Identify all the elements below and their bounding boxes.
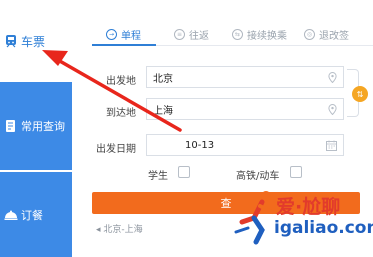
search-history-item[interactable]: ◂ 北京-上海 xyxy=(96,222,143,235)
tab-round-trip[interactable]: ≡ 往返 xyxy=(174,22,209,46)
tab-one-way[interactable]: → 单程 xyxy=(106,22,141,46)
active-tab-indicator xyxy=(92,44,156,46)
to-label: 到达地 xyxy=(106,108,136,119)
sidebar-item-label: 车票 xyxy=(21,34,46,49)
history-route: 北京-上海 xyxy=(103,225,143,235)
watermark-url: igaliao.com xyxy=(274,218,373,238)
tab-label: 接续换乘 xyxy=(247,30,287,42)
departure-date-value: 10-13 xyxy=(185,139,215,151)
transfer-icon: ⇆ xyxy=(232,28,243,40)
meal-icon xyxy=(4,208,18,222)
refund-icon: ◎ xyxy=(304,28,315,40)
date-label: 出发日期 xyxy=(96,144,136,155)
from-label: 出发地 xyxy=(106,76,136,87)
tab-label: 往返 xyxy=(189,30,209,42)
to-station-value: 上海 xyxy=(153,105,173,117)
sidebar-item-frequent-query[interactable]: 常用查询 xyxy=(0,82,72,170)
to-station-input[interactable]: 上海 xyxy=(146,98,344,120)
calendar-icon xyxy=(326,140,337,151)
from-station-input[interactable]: 北京 xyxy=(146,66,344,88)
tab-transfer[interactable]: ⇆ 接续换乘 xyxy=(232,22,287,46)
sidebar-item-ticket[interactable]: 车票 xyxy=(0,0,72,82)
location-pin-icon xyxy=(328,104,337,115)
departure-date-input[interactable]: 10-13 xyxy=(146,134,344,156)
swap-stations-button[interactable]: ⇅ xyxy=(352,86,368,102)
from-station-value: 北京 xyxy=(153,73,173,85)
sidebar-item-meal[interactable]: 订餐 xyxy=(0,172,72,257)
sidebar: 车票 常用查询 订餐 xyxy=(0,0,72,257)
swap-icon: ⇅ xyxy=(356,89,364,99)
tab-label: 单程 xyxy=(121,30,141,42)
trip-type-tabs: → 单程 ≡ 往返 ⇆ 接续换乘 ◎ 退改签 xyxy=(92,22,373,46)
sidebar-item-label: 订餐 xyxy=(21,208,43,222)
document-icon xyxy=(4,119,18,133)
train-icon xyxy=(4,34,18,48)
round-trip-icon: ≡ xyxy=(174,28,185,40)
sidebar-item-label: 常用查询 xyxy=(21,120,65,133)
student-checkbox[interactable] xyxy=(178,166,190,178)
highspeed-label: 高铁/动车 xyxy=(236,171,280,182)
highspeed-checkbox[interactable] xyxy=(290,166,302,178)
search-button-label: 查 xyxy=(220,197,232,210)
tab-refund-change[interactable]: ◎ 退改签 xyxy=(304,22,349,46)
one-way-icon: → xyxy=(106,28,117,40)
watermark-logo: 爱·尬聊 igaliao.com xyxy=(232,188,373,252)
watermark-title: 爱·尬聊 xyxy=(276,196,341,218)
location-pin-icon xyxy=(328,72,337,83)
student-label: 学生 xyxy=(148,171,168,182)
tab-label: 退改签 xyxy=(319,30,349,42)
